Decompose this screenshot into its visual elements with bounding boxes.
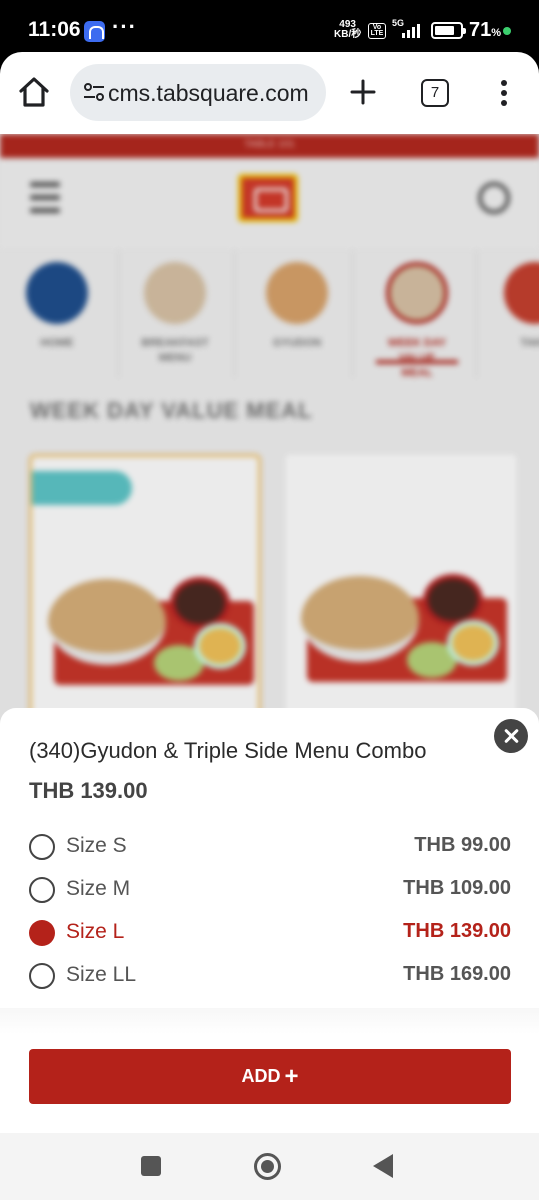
- home-nav-icon[interactable]: [254, 1153, 281, 1180]
- network-speed-unit: KB/秒: [334, 29, 362, 40]
- radio-button[interactable]: [29, 877, 55, 903]
- overflow-menu-icon[interactable]: [496, 78, 512, 108]
- divider: [0, 1008, 539, 1034]
- option-price: THB 139.00: [403, 920, 511, 942]
- size-option-s[interactable]: Size S THB 99.00: [29, 828, 511, 868]
- close-icon[interactable]: [494, 719, 528, 753]
- address-bar[interactable]: cms.tabsquare.com: [70, 64, 326, 121]
- status-time: 11:06: [28, 18, 81, 41]
- option-price: THB 109.00: [403, 877, 511, 899]
- battery-percentage: 71%: [469, 19, 502, 41]
- add-button[interactable]: ADD +: [29, 1049, 511, 1104]
- option-price: THB 169.00: [403, 963, 511, 985]
- network-speed: 493 KB/秒: [334, 20, 361, 40]
- item-price: THB 139.00: [29, 778, 148, 803]
- option-label: Size L: [66, 920, 125, 943]
- system-nav-bar: [0, 1133, 539, 1200]
- item-title: (340)Gyudon & Triple Side Menu Combo: [29, 738, 427, 763]
- radio-button[interactable]: [29, 834, 55, 860]
- battery-icon: [431, 22, 466, 39]
- option-label: Size S: [66, 834, 127, 857]
- signal-icon: [402, 24, 420, 38]
- modal-overlay[interactable]: [0, 134, 539, 734]
- url-text[interactable]: cms.tabsquare.com: [108, 80, 309, 107]
- browser-toolbar: cms.tabsquare.com 7: [0, 52, 539, 134]
- more-notifications-icon: ···: [112, 14, 137, 39]
- new-tab-icon[interactable]: [347, 76, 379, 108]
- privacy-indicator-icon: [503, 27, 511, 35]
- back-icon[interactable]: [373, 1154, 393, 1178]
- tab-switcher-button[interactable]: 7: [421, 79, 449, 107]
- radio-button-selected[interactable]: [29, 920, 55, 946]
- size-option-m[interactable]: Size M THB 109.00: [29, 871, 511, 911]
- option-label: Size LL: [66, 963, 137, 986]
- plus-icon: +: [284, 1063, 299, 1090]
- add-button-label: ADD: [241, 1066, 281, 1086]
- home-icon[interactable]: [16, 74, 52, 110]
- app-notification-icon: [84, 21, 105, 42]
- size-option-ll[interactable]: Size LL THB 169.00: [29, 957, 511, 997]
- recents-icon[interactable]: [141, 1156, 161, 1176]
- option-label: Size M: [66, 877, 131, 900]
- radio-button[interactable]: [29, 963, 55, 989]
- option-price: THB 99.00: [414, 834, 511, 856]
- volte-icon: Vo LTE: [368, 23, 386, 39]
- size-option-l[interactable]: Size L THB 139.00: [29, 914, 511, 954]
- site-settings-icon[interactable]: [82, 80, 106, 104]
- item-options-sheet: (340)Gyudon & Triple Side Menu Combo THB…: [0, 708, 539, 1200]
